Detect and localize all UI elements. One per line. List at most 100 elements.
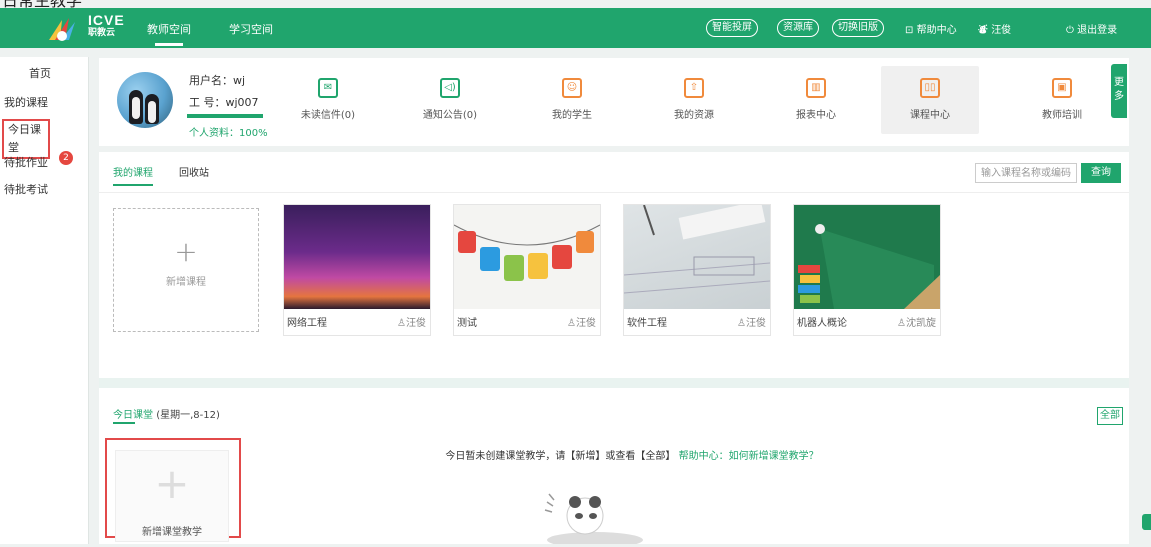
course-card-robotics[interactable]: 机器人概论 ♙沈凯旋 <box>793 204 941 336</box>
tab-my-courses[interactable]: 我的课程 <box>113 164 153 186</box>
menu-unread-mail[interactable]: ✉ 未读信件(0) <box>279 66 377 134</box>
menu-label: 教师培训 <box>1042 110 1082 121</box>
switch-old-version-button[interactable]: 切换旧版 <box>832 19 884 37</box>
menu-teacher-training[interactable]: ▣ 教师培训 <box>1013 66 1111 134</box>
teacher-icon: ♙ <box>737 318 746 329</box>
sidebar-item-label: 待批作业 <box>4 156 48 169</box>
power-icon: ⏻ <box>1066 25 1074 36</box>
sleeping-panda-icon <box>535 482 645 547</box>
profile-completion-bar <box>187 114 263 118</box>
penguin-shape <box>129 90 143 124</box>
top-navigation-bar: ICVE 职教云 教师空间 学习空间 智能投屏 资源库 切换旧版 ⊡ 帮助中心 … <box>0 8 1151 48</box>
help-link-how-to-add[interactable]: 帮助中心：如何新增课堂教学？ <box>679 451 819 462</box>
student-icon: ☺ <box>562 78 582 98</box>
sidebar-item-my-courses[interactable]: 我的课程 <box>0 94 88 112</box>
new-class-highlight: + 新增课堂教学 <box>105 438 241 542</box>
quick-menu: ✉ 未读信件(0) ◁) 通知公告(0) ☺ 我的学生 ⇧ 我的资源 ▥ 报表中… <box>279 66 1119 134</box>
course-cover-image <box>284 205 430 309</box>
menu-my-resources[interactable]: ⇧ 我的资源 <box>645 66 743 134</box>
resource-library-button[interactable]: 资源库 <box>777 19 819 37</box>
help-center-link[interactable]: ⊡ 帮助中心 <box>905 21 957 36</box>
username-value: wj <box>233 74 246 87</box>
brand: ICVE 职教云 <box>88 12 125 38</box>
id-label: 工 号： <box>189 96 226 109</box>
profile-avatar[interactable] <box>117 72 173 128</box>
user-avatar-icon: ⛇ <box>978 25 988 36</box>
icve-logo-icon[interactable] <box>47 14 77 42</box>
course-card-network[interactable]: 网络工程 ♙汪俊 <box>283 204 431 336</box>
course-card-test[interactable]: 测试 ♙汪俊 <box>453 204 601 336</box>
new-class-card[interactable]: + 新增课堂教学 <box>115 450 229 542</box>
more-button[interactable]: 更多 <box>1111 64 1127 118</box>
add-course-card[interactable]: + 新增课程 <box>113 208 259 332</box>
add-course-label: 新增课程 <box>166 277 206 288</box>
floating-side-tab[interactable] <box>1142 514 1151 530</box>
menu-label: 我的学生 <box>552 110 592 121</box>
teacher-name: 汪俊 <box>576 318 596 329</box>
course-teacher: ♙汪俊 <box>397 314 426 329</box>
courses-panel: 我的课程 回收站 输入课程名称或编码 查询 + 新增课程 网络工程 ♙汪俊 测试… <box>99 152 1129 547</box>
envelope-icon: ✉ <box>318 78 338 98</box>
teacher-icon: ♙ <box>897 318 906 329</box>
help-icon: ⊡ <box>905 25 914 36</box>
course-teacher: ♙汪俊 <box>567 314 596 329</box>
window-caption: 日常生教学 <box>2 0 82 8</box>
search-button[interactable]: 查询 <box>1081 163 1121 183</box>
today-class-underline <box>113 422 135 424</box>
course-teacher: ♙沈凯旋 <box>897 314 936 329</box>
penguin-shape <box>145 94 159 124</box>
homework-count-badge: 2 <box>59 151 73 165</box>
help-center-label: 帮助中心 <box>916 25 957 36</box>
tab-recycle-bin[interactable]: 回收站 <box>179 164 209 179</box>
user-menu[interactable]: ⛇ 汪俊 <box>978 21 1011 37</box>
nav-learning-space[interactable]: 学习空间 <box>229 21 273 37</box>
course-card-software[interactable]: 软件工程 ♙汪俊 <box>623 200 771 336</box>
teacher-name: 汪俊 <box>406 318 426 329</box>
plus-icon: + <box>154 459 190 508</box>
menu-notifications[interactable]: ◁) 通知公告(0) <box>401 66 499 134</box>
menu-label: 未读信件(0) <box>300 110 356 121</box>
teacher-name: 沈凯旋 <box>906 318 936 329</box>
sidebar-item-pending-exams[interactable]: 待批考试 <box>0 181 88 199</box>
sidebar-item-pending-homework[interactable]: 待批作业 2 <box>0 151 88 172</box>
menu-label: 报表中心 <box>796 110 836 121</box>
sidebar: 首页 我的课程 今日课堂 待批作业 2 待批考试 <box>0 57 89 544</box>
profile-id: 工 号：wj007 <box>189 94 259 110</box>
profile-panel: 用户名：wj 工 号：wj007 个人资料：100% ✉ 未读信件(0) ◁) … <box>99 58 1129 146</box>
teacher-icon: ♙ <box>397 318 406 329</box>
view-all-button[interactable]: 全部 <box>1097 407 1123 425</box>
speaker-icon: ◁) <box>440 78 460 98</box>
bar-chart-icon: ▥ <box>806 78 826 98</box>
section-divider <box>99 378 1129 388</box>
menu-my-students[interactable]: ☺ 我的学生 <box>523 66 621 134</box>
course-search-input[interactable]: 输入课程名称或编码 <box>975 163 1077 183</box>
course-cover-image <box>623 200 771 309</box>
sidebar-item-home[interactable]: 首页 <box>0 65 88 83</box>
username-label: 用户名： <box>189 74 233 87</box>
profile-completion-text: 个人资料：100% <box>189 128 268 139</box>
menu-report-center[interactable]: ▥ 报表中心 <box>767 66 865 134</box>
course-cover-image <box>794 205 940 309</box>
logout-label: 退出登录 <box>1077 25 1118 36</box>
nav-teacher-space[interactable]: 教师空间 <box>147 21 191 46</box>
menu-label: 我的资源 <box>674 110 714 121</box>
menu-label: 通知公告(0) <box>422 110 478 121</box>
teacher-name: 汪俊 <box>746 318 766 329</box>
upload-icon: ⇧ <box>684 78 704 98</box>
menu-label: 课程中心 <box>910 110 950 121</box>
brand-title: ICVE <box>88 12 125 28</box>
smart-cast-button[interactable]: 智能投屏 <box>706 19 758 37</box>
teacher-icon: ♙ <box>567 318 576 329</box>
profile-username: 用户名：wj <box>189 72 245 88</box>
books-icon: ▯▯ <box>920 78 940 98</box>
sidebar-item-today-class[interactable]: 今日课堂 <box>2 119 50 159</box>
menu-course-center[interactable]: ▯▯ 课程中心 <box>881 66 979 134</box>
new-class-label: 新增课堂教学 <box>142 527 202 538</box>
course-teacher: ♙汪俊 <box>737 314 766 329</box>
course-name: 网络工程 <box>287 318 327 329</box>
user-name: 汪俊 <box>991 25 1012 36</box>
today-class-title: 今日课堂 (星期一,8-12) <box>113 406 220 421</box>
logout-link[interactable]: ⏻ 退出登录 <box>1066 21 1117 36</box>
course-name: 机器人概论 <box>797 318 847 329</box>
course-name: 测试 <box>457 318 477 329</box>
